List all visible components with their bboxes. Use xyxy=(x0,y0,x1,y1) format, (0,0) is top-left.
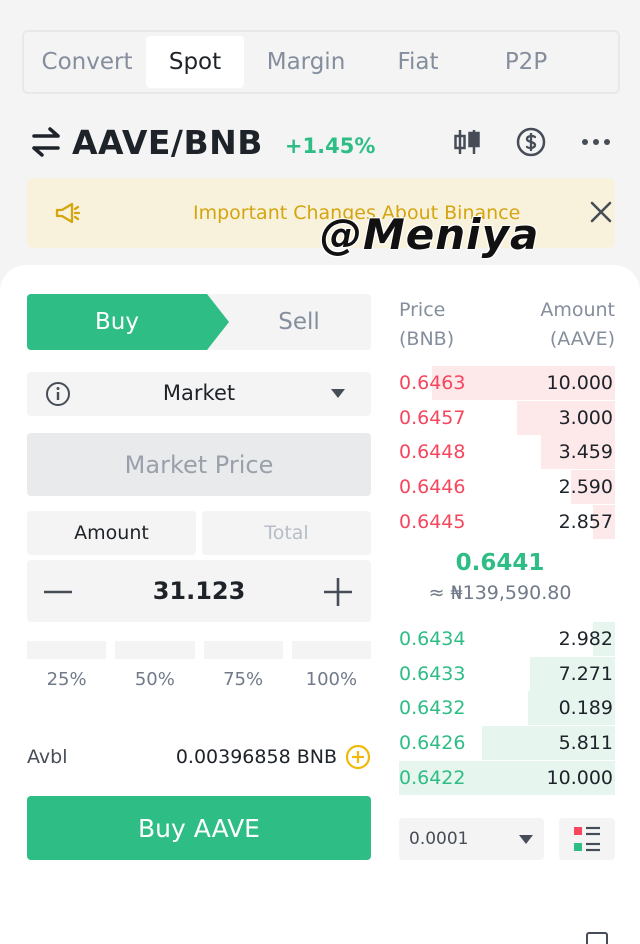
candlestick-chart-icon[interactable] xyxy=(449,124,485,160)
megaphone-icon xyxy=(55,202,81,224)
bid-row[interactable]: 0.6432 0.189 xyxy=(397,691,615,726)
ask-row[interactable]: 0.6445 2.857 xyxy=(397,504,615,539)
close-icon[interactable] xyxy=(587,198,615,226)
precision-value: 0.0001 xyxy=(409,829,469,849)
percent-50[interactable]: 50% xyxy=(115,641,195,690)
precision-select[interactable]: 0.0001 xyxy=(399,818,544,860)
amount-header: Amount xyxy=(540,299,615,321)
ask-amount: 2.857 xyxy=(558,510,613,533)
orderbook-layout-icon xyxy=(574,826,600,852)
percent-100[interactable]: 100% xyxy=(291,641,371,690)
ask-amount: 3.000 xyxy=(558,406,613,429)
ask-price: 0.6448 xyxy=(399,441,466,464)
bid-amount: 0.189 xyxy=(558,697,613,720)
ask-amount: 2.590 xyxy=(558,476,613,499)
market-price-input[interactable] xyxy=(27,433,371,496)
ask-price: 0.6457 xyxy=(399,406,466,429)
bid-price: 0.6433 xyxy=(399,662,466,685)
percent-25[interactable]: 25% xyxy=(27,641,107,690)
pair-header: AAVE/BNB +1.45% xyxy=(28,118,375,166)
bid-price: 0.6432 xyxy=(399,697,466,720)
tab-amount[interactable]: Amount xyxy=(27,511,196,555)
percent-bar[interactable] xyxy=(291,641,371,659)
percent-slider: 25% 50% 75% 100% xyxy=(27,641,371,690)
ask-price: 0.6463 xyxy=(399,372,466,394)
ask-row[interactable]: 0.6446 2.590 xyxy=(397,470,615,505)
buy-submit-button[interactable]: Buy AAVE xyxy=(27,796,371,860)
caret-down-icon xyxy=(519,835,533,844)
tab-total[interactable]: Total xyxy=(202,511,371,555)
buy-tab[interactable]: Buy xyxy=(27,294,229,350)
add-funds-icon[interactable] xyxy=(345,744,371,770)
ask-row[interactable]: 0.6448 3.459 xyxy=(397,435,615,470)
bid-amount: 2.982 xyxy=(558,628,613,650)
amount-total-tabs: Amount Total xyxy=(27,511,371,555)
tab-fiat[interactable]: Fiat xyxy=(368,36,468,88)
price-unit: (BNB) xyxy=(399,328,455,350)
tab-margin[interactable]: Margin xyxy=(244,36,368,88)
percent-bar[interactable] xyxy=(203,641,283,659)
avbl-value: 0.00396858 BNB xyxy=(175,746,337,768)
percent-bar[interactable] xyxy=(27,641,107,659)
percent-label: 25% xyxy=(46,669,87,690)
percent-label: 50% xyxy=(134,669,175,690)
percent-label: 75% xyxy=(223,669,264,690)
more-icon[interactable] xyxy=(578,124,614,160)
bid-amount: 10.000 xyxy=(546,766,613,789)
bid-amount: 5.811 xyxy=(558,732,613,755)
avbl-label: Avbl xyxy=(27,746,68,768)
document-icon[interactable] xyxy=(586,932,608,944)
order-type-label: Market xyxy=(162,381,236,405)
bid-amount: 7.271 xyxy=(558,662,613,685)
pair-symbol[interactable]: AAVE/BNB xyxy=(72,123,263,162)
dollar-circle-icon[interactable] xyxy=(513,124,549,160)
percent-75[interactable]: 75% xyxy=(203,641,283,690)
sell-tab[interactable]: Sell xyxy=(227,294,371,350)
bid-price: 0.6426 xyxy=(399,732,466,755)
pair-change: +1.45% xyxy=(284,134,376,158)
buy-sell-toggle: Buy Sell xyxy=(27,294,371,350)
percent-label: 100% xyxy=(305,669,358,690)
bid-row[interactable]: 0.6433 7.271 xyxy=(397,656,615,691)
swap-icon[interactable] xyxy=(28,124,64,160)
ask-price: 0.6445 xyxy=(399,510,466,533)
ask-price: 0.6446 xyxy=(399,476,466,499)
ask-amount: 10.000 xyxy=(546,372,613,394)
tab-convert[interactable]: Convert xyxy=(28,36,146,88)
last-price-value: 0.6441 xyxy=(455,550,545,576)
ask-row[interactable]: 0.6463 10.000 xyxy=(397,366,615,400)
tab-spot[interactable]: Spot xyxy=(146,36,244,88)
amount-unit: (AAVE) xyxy=(549,328,615,350)
watermark: @Meniya xyxy=(320,210,540,259)
percent-bar[interactable] xyxy=(115,641,195,659)
bid-price: 0.6422 xyxy=(399,766,466,789)
price-field[interactable] xyxy=(27,433,371,496)
ask-amount: 3.459 xyxy=(558,441,613,464)
amount-input[interactable]: 31.123 xyxy=(27,577,371,605)
caret-down-icon xyxy=(331,389,345,398)
price-header: Price xyxy=(399,299,446,321)
ask-row[interactable]: 0.6457 3.000 xyxy=(397,400,615,435)
plus-icon[interactable] xyxy=(321,575,355,609)
last-price-fiat: ≈ ₦139,590.80 xyxy=(428,582,572,604)
bid-row[interactable]: 0.6434 2.982 xyxy=(397,622,615,656)
tab-p2p[interactable]: P2P xyxy=(468,36,584,88)
amount-stepper: 31.123 xyxy=(27,560,371,622)
order-type-select[interactable]: Market xyxy=(27,372,371,416)
orderbook-layout-button[interactable] xyxy=(559,818,615,860)
market-tabs: Convert Spot Margin Fiat P2P xyxy=(22,30,620,94)
bid-row[interactable]: 0.6422 10.000 xyxy=(397,760,615,795)
last-price[interactable]: 0.6441 ≈ ₦139,590.80 xyxy=(397,550,603,604)
bid-row[interactable]: 0.6426 5.811 xyxy=(397,726,615,761)
available-balance: Avbl 0.00396858 BNB xyxy=(27,744,371,772)
bid-price: 0.6434 xyxy=(399,628,466,650)
